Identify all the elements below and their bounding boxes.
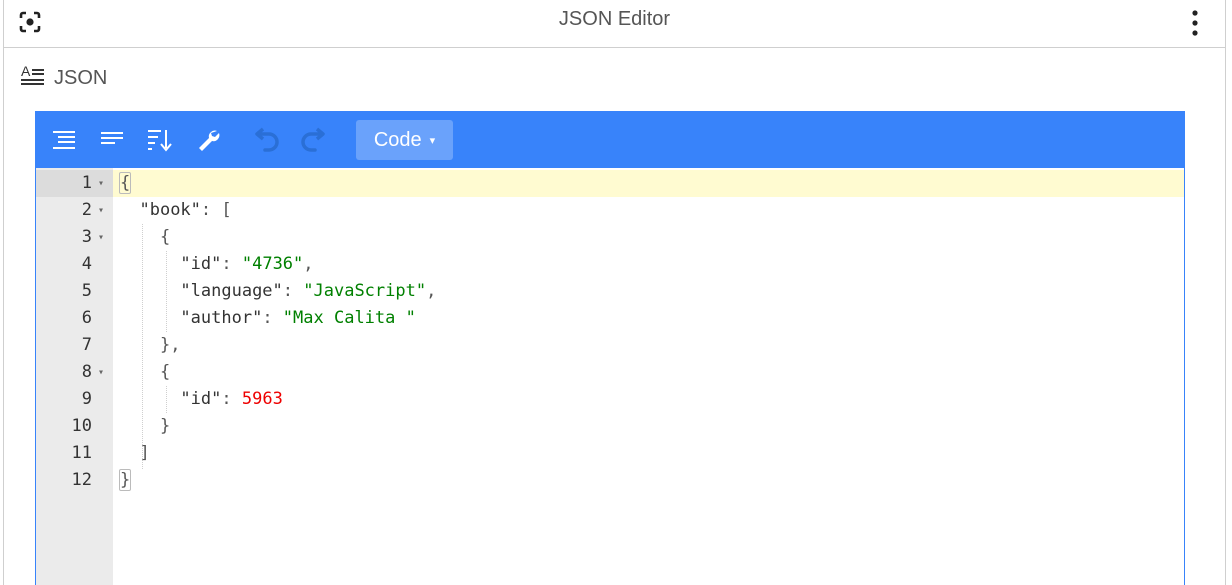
section-title: JSON	[54, 66, 108, 89]
format-icon[interactable]	[48, 124, 80, 156]
json-comma: ,	[303, 254, 314, 274]
json-number-value: 5963	[241, 389, 283, 409]
title-bar: JSON Editor	[4, 0, 1225, 48]
undo-icon[interactable]	[250, 124, 282, 156]
json-colon: :	[262, 308, 283, 328]
line-number: 9	[81, 389, 92, 409]
line-number: 12	[71, 470, 92, 490]
code-line: 4 "id": "4736",	[36, 251, 1184, 278]
line-number: 4	[81, 254, 92, 274]
code-line: 1 ▾ {	[36, 170, 1184, 197]
mode-select-button[interactable]: Code ▾	[356, 120, 453, 160]
json-colon: :	[221, 254, 242, 274]
json-comma: ,	[426, 281, 437, 301]
brace-open: {	[159, 227, 171, 247]
more-vert-icon[interactable]	[1185, 6, 1205, 40]
fold-toggle-icon[interactable]: ▾	[98, 170, 108, 197]
brace-close: }	[159, 416, 171, 436]
sort-icon[interactable]	[144, 124, 176, 156]
code-line: 3 ▾ {	[36, 224, 1184, 251]
fold-toggle-icon[interactable]: ▾	[98, 197, 108, 224]
brace-open: {	[119, 172, 132, 194]
line-number: 5	[81, 281, 92, 301]
line-number: 8	[81, 362, 92, 382]
line-number: 7	[81, 335, 92, 355]
json-colon: :	[282, 281, 304, 301]
redo-icon[interactable]	[298, 124, 330, 156]
json-key: "id"	[180, 389, 222, 409]
json-colon: :	[221, 389, 242, 409]
code-line: 6 "author": "Max Calita "	[36, 305, 1184, 332]
code-area[interactable]: 1 ▾ { 2 ▾ "book": [ 3 ▾ { 4 "id": "4736"…	[36, 168, 1184, 585]
json-string-value: "4736"	[241, 254, 304, 274]
transform-icon[interactable]	[192, 124, 224, 156]
code-line: 7 },	[36, 332, 1184, 359]
json-string-value: "JavaScript"	[303, 281, 427, 301]
code-line: 2 ▾ "book": [	[36, 197, 1184, 224]
line-number: 10	[71, 416, 92, 436]
json-section-label: A JSON	[20, 63, 108, 94]
code-line: 10 }	[36, 413, 1184, 440]
brace-close: }	[119, 469, 132, 491]
window-title: JSON Editor	[558, 8, 671, 30]
fold-toggle-icon[interactable]: ▾	[98, 224, 108, 251]
json-key: "book"	[139, 200, 201, 220]
json-key: "language"	[180, 281, 283, 301]
chevron-down-icon: ▾	[429, 134, 436, 147]
line-number: 11	[71, 443, 92, 463]
code-line: 8 ▾ {	[36, 359, 1184, 386]
mode-label: Code	[373, 128, 422, 151]
svg-text:A: A	[21, 63, 31, 79]
brace-close: },	[159, 335, 181, 355]
text-format-icon: A	[20, 63, 48, 94]
compact-icon[interactable]	[96, 124, 128, 156]
json-key: "id"	[180, 254, 222, 274]
code-line: 5 "language": "JavaScript",	[36, 278, 1184, 305]
line-number: 1	[81, 173, 92, 193]
bracket-close: ]	[139, 443, 150, 463]
code-line: 12 }	[36, 467, 1184, 494]
line-number: 2	[81, 200, 92, 220]
code-line: 9 "id": 5963	[36, 386, 1184, 413]
editor-toolbar: Code ▾	[36, 112, 1184, 168]
line-number: 3	[81, 227, 92, 247]
fold-toggle-icon[interactable]: ▾	[98, 359, 108, 386]
json-string-value: "Max Calita "	[282, 308, 416, 328]
line-number: 6	[81, 308, 92, 328]
code-line: 11 ]	[36, 440, 1184, 467]
brace-open: {	[159, 362, 171, 382]
bracket-open: [	[221, 200, 232, 220]
json-colon: :	[200, 200, 222, 220]
json-key: "author"	[180, 308, 263, 328]
app-window: JSON Editor A JSON Code ▾ 1 ▾ {2 ▾ "boo…	[3, 0, 1226, 585]
json-editor: Code ▾ 1 ▾ { 2 ▾ "book": [3 ▾ {4 "id":…	[35, 111, 1185, 585]
